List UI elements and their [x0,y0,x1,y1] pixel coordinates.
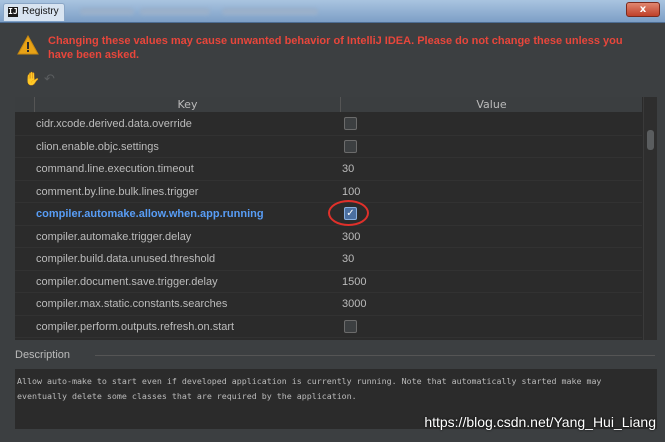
table-header: Key Value [15,97,642,113]
blurred-tab [80,8,134,15]
description-text: Allow auto-make to start even if develop… [17,376,602,401]
table-row[interactable]: clion.enable.objc.settings [15,136,642,158]
table-row[interactable]: compiler.build.data.unused.threshold 30 [15,248,642,271]
table-row[interactable]: compiler.automake.allow.when.app.running… [15,200,642,226]
blurred-tab [222,8,318,15]
header-corner [15,97,35,112]
value-text[interactable]: 300 [342,226,360,248]
row-key: compiler.automake.trigger.delay [36,230,192,243]
table-row[interactable]: command.line.execution.timeout 30 [15,158,642,181]
row-key: compiler.max.static.constants.searches [36,298,228,310]
warning-banner: Changing these values may cause unwanted… [17,33,657,67]
table-row[interactable]: compiler.automake.trigger.delay 300 [15,226,642,248]
value-checkbox[interactable] [344,139,357,153]
description-header: Description [15,348,657,362]
row-key: cidr.xcode.derived.data.override [36,118,192,130]
row-key: command.line.execution.timeout [36,163,194,175]
blurred-tab [140,8,210,15]
warning-text: Changing these values may cause unwanted… [48,35,623,61]
table-row[interactable]: compiler.perform.outputs.refresh.on.star… [15,316,642,338]
title-bar: IJ Registry x [0,0,665,23]
revert-icon[interactable]: ↶ [44,73,58,87]
highlight-annotation-ring [328,200,369,226]
table-body: cidr.xcode.derived.data.override clion.en… [15,113,642,338]
table-row[interactable]: cidr.xcode.derived.data.override [15,113,642,136]
vertical-scrollbar[interactable] [643,97,657,340]
column-header-value[interactable]: Value [341,97,642,112]
row-key: clion.enable.objc.settings [36,140,159,153]
window-title: Registry [22,6,59,17]
registry-table: Key Value cidr.xcode.derived.data.overri… [15,97,657,340]
row-key: compiler.automake.allow.when.app.running [36,208,264,220]
row-key: compiler.build.data.unused.threshold [36,253,216,265]
table-row[interactable]: compiler.document.save.trigger.delay 1500 [15,271,642,293]
value-text[interactable]: 3000 [342,293,366,315]
warning-triangle-icon [17,35,39,55]
restore-icon[interactable]: ✋ [24,73,40,87]
table-row[interactable]: compiler.max.static.constants.searches 30… [15,293,642,316]
value-text[interactable]: 1500 [342,271,366,293]
column-header-key[interactable]: Key [35,97,341,112]
value-checkbox[interactable] [344,319,357,333]
window-title-tab: IJ Registry [3,3,65,21]
description-label: Description [15,349,71,361]
divider [95,355,655,356]
row-key: compiler.document.save.trigger.delay [36,275,218,288]
value-text[interactable]: 30 [342,158,354,180]
watermark: https://blog.csdn.net/Yang_Hui_Liang [424,414,656,430]
row-key: comment.by.line.bulk.lines.trigger [36,185,199,198]
close-button[interactable]: x [626,2,660,17]
intellij-icon: IJ [8,7,18,17]
scrollbar-thumb[interactable] [647,130,654,150]
table-row[interactable]: comment.by.line.bulk.lines.trigger 100 [15,181,642,203]
row-key: compiler.perform.outputs.refresh.on.star… [36,320,235,333]
value-text[interactable]: 30 [342,248,354,270]
toolbar: ✋ ↶ [24,73,64,89]
value-checkbox[interactable] [344,117,357,130]
